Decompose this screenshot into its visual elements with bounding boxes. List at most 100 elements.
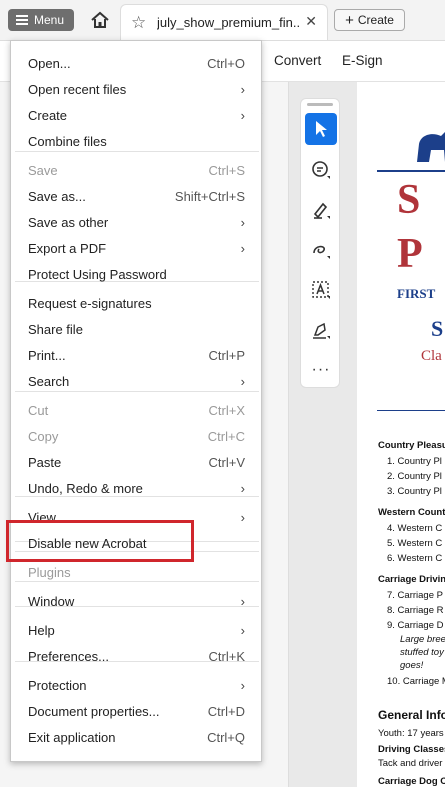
menu-item-open[interactable]: Open... Ctrl+O (28, 51, 245, 75)
more-icon: ··· (311, 361, 331, 378)
chevron-right-icon: › (240, 373, 245, 389)
hamburger-icon (16, 15, 28, 25)
menu-item-label: Window (28, 593, 75, 609)
menu-item-shortcut: Shift+Ctrl+S (174, 188, 245, 204)
plus-icon: + (345, 11, 354, 29)
menu-item-shortcut: Ctrl+P (208, 347, 245, 363)
logo-letter-2: P (397, 231, 423, 277)
menu-item-protection[interactable]: Protection › (28, 673, 245, 697)
text-select-tool[interactable] (305, 274, 337, 306)
document-line: 8. Carriage R (387, 605, 444, 616)
menu-button[interactable]: Menu (8, 9, 74, 31)
chevron-right-icon: › (240, 107, 245, 123)
menu-item-shortcut: Ctrl+S (208, 162, 245, 178)
chevron-right-icon: › (240, 622, 245, 638)
menu-item-help[interactable]: Help › (28, 618, 245, 642)
document-line: Carriage Dog Cl (378, 776, 445, 787)
more-tools[interactable]: ··· (305, 354, 337, 386)
tab-title: july_show_premium_fin... (157, 15, 301, 30)
menu-item-label: Help (28, 622, 55, 638)
menu-item-label: Paste (28, 454, 62, 470)
menu-item-shortcut: Ctrl+C (207, 428, 245, 444)
menu-item-create[interactable]: Create › (28, 103, 245, 127)
document-page: S P FIRST S Cla Country Pleasu 1. Country… (357, 82, 445, 787)
menu-item-copy: Copy Ctrl+C (28, 424, 245, 448)
chevron-right-icon: › (240, 214, 245, 230)
chevron-right-icon: › (240, 480, 245, 496)
menu-item-label: Save (28, 162, 58, 178)
document-line: 1. Country Pl (387, 456, 442, 467)
document-line: 9. Carriage D (387, 620, 444, 631)
menu-item-print[interactable]: Print... Ctrl+P (28, 343, 245, 367)
menu-item-window[interactable]: Window › (28, 589, 245, 613)
document-line: Youth: 17 years (378, 728, 444, 739)
menu-item-undo-redo-more[interactable]: Undo, Redo & more › (28, 476, 245, 500)
menu-item-label: Save as other (28, 214, 109, 230)
menu-item-label: Undo, Redo & more (28, 480, 143, 496)
menu-button-label: Menu (34, 13, 65, 27)
section-rule (377, 410, 445, 411)
drag-handle[interactable] (307, 103, 333, 106)
document-line: Western Count (378, 507, 445, 518)
menu-item-search[interactable]: Search › (28, 369, 245, 393)
document-line: 10. Carriage M (387, 676, 445, 687)
home-icon[interactable] (90, 11, 110, 29)
horse-logo (417, 132, 445, 162)
close-tab-icon[interactable]: ✕ (305, 13, 317, 30)
menu-item-preferences[interactable]: Preferences... Ctrl+K (28, 644, 245, 668)
chevron-right-icon: › (240, 593, 245, 609)
document-tab[interactable]: ☆ july_show_premium_fin... ✕ (120, 4, 328, 40)
menu-item-label: Open... (28, 55, 71, 71)
menu-item-shortcut: Ctrl+K (208, 648, 245, 664)
menu-item-protect-using-password[interactable]: Protect Using Password (28, 262, 245, 286)
chevron-right-icon: › (240, 677, 245, 693)
menu-item-shortcut: Ctrl+V (208, 454, 245, 470)
document-line: Large breed (400, 634, 445, 645)
menu-item-label: Export a PDF (28, 240, 107, 256)
sign-icon (313, 322, 330, 339)
menu-item-save-as[interactable]: Save as... Shift+Ctrl+S (28, 184, 245, 208)
menu-item-share-file[interactable]: Share file (28, 317, 245, 341)
menu-item-label: Share file (28, 321, 83, 337)
create-button[interactable]: + Create (334, 9, 405, 31)
create-label: Create (357, 13, 394, 27)
menu-item-label: Preferences... (28, 648, 109, 664)
menu-item-paste[interactable]: Paste Ctrl+V (28, 450, 245, 474)
document-line: Country Pleasu (378, 440, 445, 451)
comment-tool[interactable] (305, 154, 337, 186)
menu-item-label: Protection (28, 677, 87, 693)
menu-item-label: Document properties... (28, 703, 160, 719)
menu-item-combine-files[interactable]: Combine files (28, 129, 245, 153)
menu-item-cut: Cut Ctrl+X (28, 398, 245, 422)
menu-item-document-properties[interactable]: Document properties... Ctrl+D (28, 699, 245, 723)
esign-menu[interactable]: E-Sign (342, 53, 383, 68)
menu-item-request-e-signatures[interactable]: Request e-signatures (28, 291, 245, 315)
menu-item-label: Open recent files (28, 81, 127, 97)
star-icon[interactable]: ☆ (131, 13, 146, 33)
menu-item-export-a-pdf[interactable]: Export a PDF › (28, 236, 245, 260)
text-select-icon (312, 281, 330, 299)
menu-item-exit-application[interactable]: Exit application Ctrl+Q (28, 725, 245, 749)
menu-item-shortcut: Ctrl+D (207, 703, 245, 719)
menu-item-open-recent-files[interactable]: Open recent files › (28, 77, 245, 101)
document-line: 6. Western C (387, 553, 443, 564)
top-bar: Menu ☆ july_show_premium_fin... ✕ + Crea… (0, 0, 445, 41)
menu-item-label: Combine files (28, 133, 107, 149)
menu-item-label: Save as... (28, 188, 86, 204)
draw-tool[interactable] (305, 234, 337, 266)
select-tool[interactable] (305, 113, 337, 145)
document-line: goes! (400, 660, 424, 671)
document-line: 5. Western C (387, 538, 443, 549)
sign-tool[interactable] (305, 314, 337, 346)
header-rule (377, 170, 445, 172)
highlight-tool[interactable] (305, 194, 337, 226)
menu-item-save-as-other[interactable]: Save as other › (28, 210, 245, 234)
highlight-icon (313, 202, 330, 219)
document-line: stuffed toy (400, 647, 444, 658)
document-line: 2. Country Pl (387, 471, 442, 482)
menu-item-save: Save Ctrl+S (28, 158, 245, 182)
select-icon (316, 121, 327, 137)
logo-letter-1: S (397, 177, 421, 223)
menu-item-label: Request e-signatures (28, 295, 152, 311)
convert-menu[interactable]: Convert (274, 53, 321, 68)
